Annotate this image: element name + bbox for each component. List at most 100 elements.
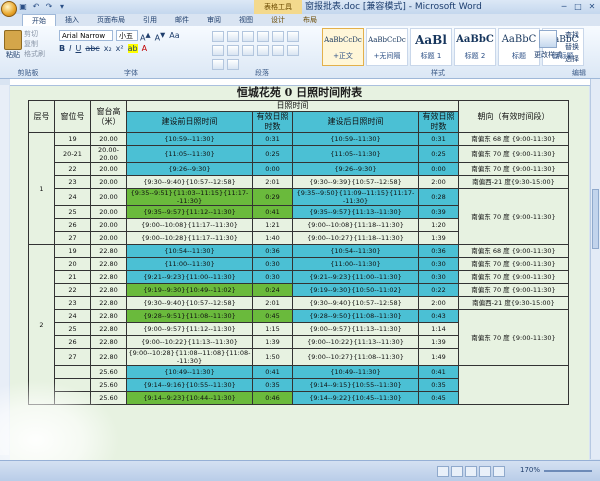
after-time-cell: {10:49--11:30} [292, 365, 419, 379]
full-screen-icon[interactable] [451, 466, 463, 477]
tab-layout[interactable]: 布局 [294, 14, 326, 26]
minimize-icon[interactable]: ─ [558, 1, 570, 12]
replace-button[interactable]: 替换 [565, 41, 579, 53]
after-eff-cell: 0:43 [418, 309, 459, 323]
sill-cell: 22.80 [90, 309, 127, 323]
font-size-select[interactable]: 小五 [116, 30, 138, 41]
window-cell: 23 [54, 296, 91, 310]
table-row: 20-21 20.00-20.00 {11:05--11:30} 0:25 {11:05… [29, 145, 569, 163]
tab-insert[interactable]: 插入 [56, 14, 88, 26]
header-before-eff: 有效日照时数 [252, 111, 293, 133]
group-label-paragraph: 段落 [255, 69, 269, 77]
decrease-indent-icon[interactable] [257, 31, 269, 42]
grow-font-icon[interactable]: A▲ [140, 31, 151, 43]
align-left-icon[interactable] [227, 45, 239, 56]
window-cell: 20 [54, 257, 91, 271]
change-styles-button[interactable]: 更改样式 [534, 30, 562, 60]
outline-icon[interactable] [479, 466, 491, 477]
style-no-spacing[interactable]: AaBbCcDc +无间隔 [366, 28, 408, 66]
style-heading-1[interactable]: AaBl 标题 1 [410, 28, 452, 66]
save-icon[interactable]: ▣ [18, 2, 28, 11]
strikethrough-icon[interactable]: abc [85, 44, 99, 53]
tab-page-layout[interactable]: 页面布局 [88, 14, 134, 26]
multilevel-list-icon[interactable] [242, 31, 254, 42]
show-marks-icon[interactable] [212, 45, 224, 56]
after-eff-cell: 1:39 [418, 335, 459, 349]
redo-icon[interactable]: ↷ [44, 2, 54, 11]
select-button[interactable]: 选择 [565, 53, 579, 65]
superscript-icon[interactable]: x² [116, 44, 124, 53]
scrollbar-thumb[interactable] [592, 189, 599, 249]
style-heading-2[interactable]: AaBbC 标题 2 [454, 28, 496, 66]
office-button[interactable] [1, 1, 17, 17]
style-sample: AaBbC [501, 34, 537, 45]
window-controls: ─ □ ✕ [558, 1, 598, 12]
tab-view[interactable]: 视图 [230, 14, 262, 26]
tab-mailings[interactable]: 邮件 [166, 14, 198, 26]
shrink-font-icon[interactable]: A▼ [155, 31, 166, 43]
after-eff-cell: 0:00 [418, 162, 459, 176]
draft-icon[interactable] [493, 466, 505, 477]
before-eff-cell: 0:00 [252, 162, 293, 176]
justify-icon[interactable] [272, 45, 284, 56]
after-time-cell: {10:54--11:30} [292, 244, 419, 258]
after-time-cell: {9:21--9:23}{11:00--11:30} [292, 270, 419, 284]
sill-cell: 20.00 [90, 162, 127, 176]
paste-button[interactable]: 粘贴 [3, 30, 23, 60]
change-styles-label: 更改样式 [534, 51, 562, 59]
header-before: 建设前日照时间 [126, 111, 253, 133]
style-normal[interactable]: AaBbCcDc +正文 [322, 28, 364, 66]
font-name-select[interactable]: Arial Narrow [59, 30, 113, 41]
vertical-ruler[interactable] [0, 85, 9, 455]
tab-references[interactable]: 引用 [134, 14, 166, 26]
before-eff-cell: 1:50 [252, 348, 293, 366]
before-time-cell: {9:26--9:30} [126, 162, 253, 176]
document-page[interactable]: 恒城花苑 0 日照时间附表 层号 窗位号 窗台高（米） 日照时间 朝向（有效时间… [10, 86, 589, 460]
after-eff-cell: 0:31 [418, 132, 459, 146]
horizontal-ruler[interactable] [10, 79, 590, 86]
bold-icon[interactable]: B [59, 44, 65, 53]
increase-indent-icon[interactable] [272, 31, 284, 42]
before-time-cell: {9:35--9:57}{11:12--11:30} [126, 205, 253, 219]
line-spacing-icon[interactable] [287, 45, 299, 56]
format-painter-button[interactable]: 格式刷 [24, 49, 45, 59]
bullets-icon[interactable] [212, 31, 224, 42]
before-time-cell: {10:59--11:30} [126, 132, 253, 146]
sort-icon[interactable] [287, 31, 299, 42]
floor-cell: 1 [28, 132, 55, 245]
tab-design[interactable]: 设计 [262, 14, 294, 26]
subscript-icon[interactable]: x₂ [104, 44, 112, 53]
align-center-icon[interactable] [242, 45, 254, 56]
highlight-icon[interactable]: ab [127, 44, 138, 53]
table-row: 25.60 {10:49--11:30} 0:41 {10:49--11:30} 0:4… [29, 365, 569, 405]
after-time-cell: {9:28--9:50}{11:08--11:30} [292, 309, 419, 323]
style-sample: AaBl [415, 33, 447, 47]
zoom-level[interactable]: 170% [520, 466, 540, 474]
zoom-slider[interactable] [544, 470, 592, 472]
numbering-icon[interactable] [227, 31, 239, 42]
sunlight-table[interactable]: 层号 窗位号 窗台高（米） 日照时间 朝向（有效时间段） 建设前日照时间 有效日… [28, 100, 569, 405]
vertical-scrollbar[interactable] [590, 79, 600, 459]
after-time-cell: {9:00--10:27}{11:18--11:30} [292, 231, 419, 245]
font-color-icon[interactable]: A [142, 44, 147, 53]
align-right-icon[interactable] [257, 45, 269, 56]
style-sample: AaBbCcDc [368, 36, 406, 44]
before-time-cell: {10:54--11:30} [126, 244, 253, 258]
customize-icon[interactable]: ▾ [57, 2, 67, 11]
after-time-cell: {9:00--10:27}{11:08--11:30} [292, 348, 419, 366]
cut-button[interactable]: 剪切 [24, 29, 45, 39]
print-layout-icon[interactable] [437, 466, 449, 477]
close-icon[interactable]: ✕ [586, 1, 598, 12]
underline-icon[interactable]: U [75, 44, 81, 53]
copy-button[interactable]: 复制 [24, 39, 45, 49]
window-cell: 21 [54, 270, 91, 284]
maximize-icon[interactable]: □ [572, 1, 584, 12]
find-button[interactable]: 查找 [565, 29, 579, 41]
italic-icon[interactable]: I [69, 44, 71, 53]
tab-review[interactable]: 审阅 [198, 14, 230, 26]
clear-format-icon[interactable]: Aa [169, 31, 179, 43]
window-cell: 27 [54, 231, 91, 245]
web-layout-icon[interactable] [465, 466, 477, 477]
undo-icon[interactable]: ↶ [31, 2, 41, 11]
before-time-cell: {9:14--9:23}{10:44--11:30} [126, 391, 253, 405]
